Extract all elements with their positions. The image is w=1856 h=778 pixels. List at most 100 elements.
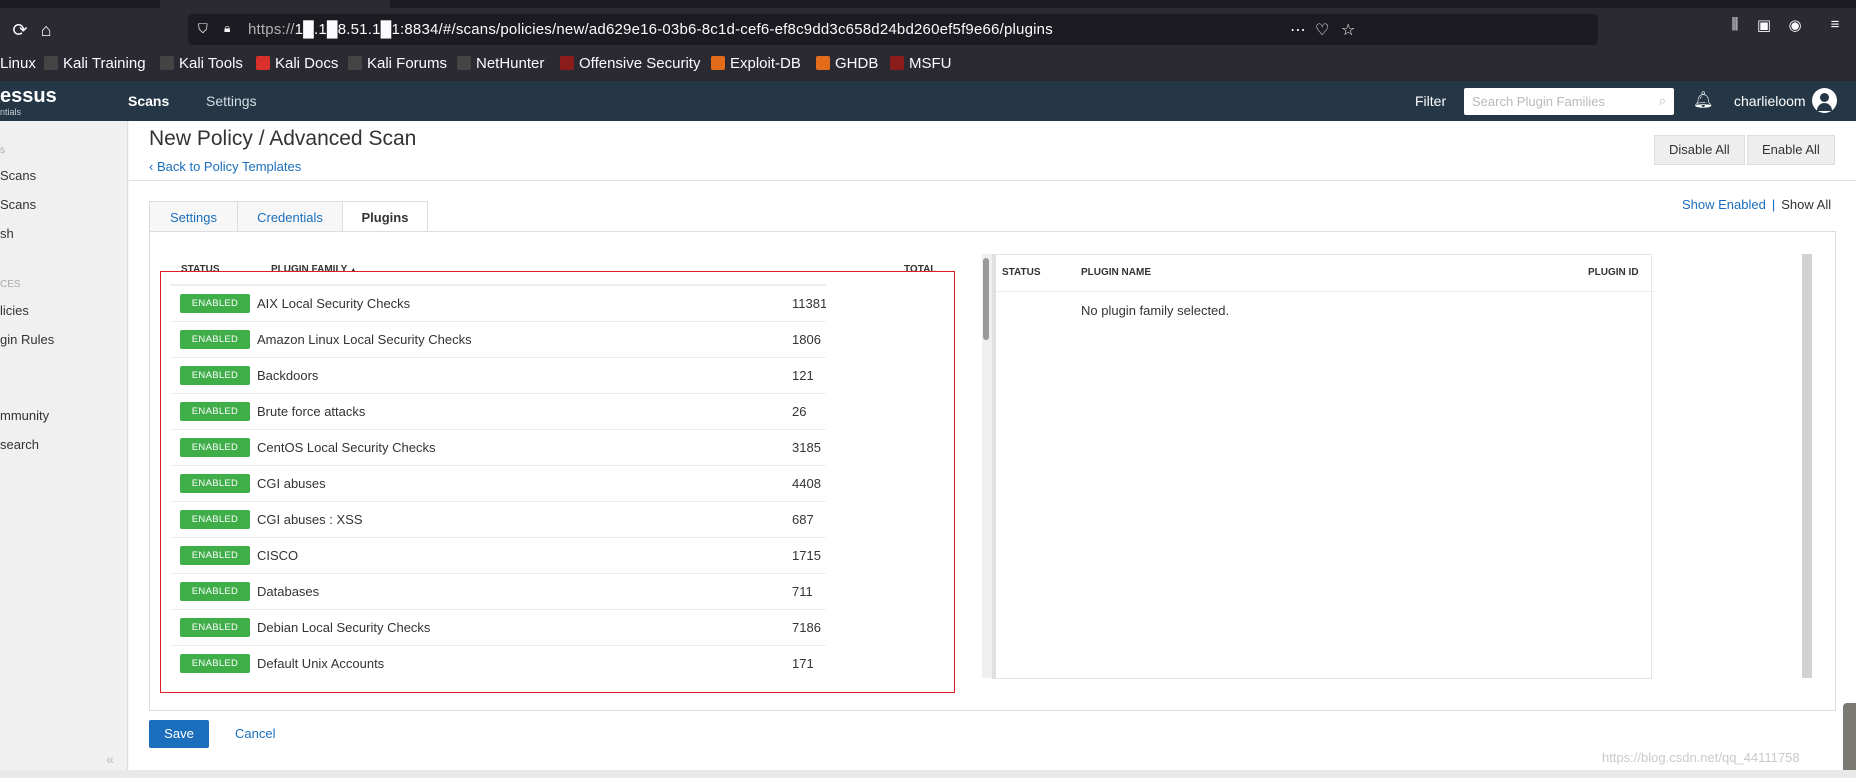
status-badge[interactable]: ENABLED (180, 582, 250, 601)
table-row[interactable]: ENABLED Debian Local Security Checks 7186 (170, 609, 826, 645)
bookmark-star-icon[interactable]: ☆ (1341, 20, 1355, 40)
url-bar[interactable]: ⛉ 🔒︎ https://1█.1█8.51.1█1:8834/#/scans/… (188, 14, 1598, 45)
family-name: CGI abuses (257, 476, 326, 491)
bookmark-kali-forums[interactable]: Kali Forums (348, 55, 447, 72)
app-header: essus ntials Scans Settings Filter ⌕ 🔔︎ … (0, 81, 1856, 121)
nessus-logo[interactable]: essus (0, 86, 57, 106)
bookmark-nethunter[interactable]: NetHunter (457, 55, 544, 72)
exploitdb-icon (711, 56, 725, 70)
status-badge[interactable]: ENABLED (180, 510, 250, 529)
active-tab[interactable] (160, 0, 390, 8)
save-button[interactable]: Save (149, 720, 209, 748)
status-badge[interactable]: ENABLED (180, 294, 250, 313)
tab-plugins[interactable]: Plugins (342, 201, 428, 232)
table-row[interactable]: ENABLED CentOS Local Security Checks 3185 (170, 429, 826, 465)
family-name: CentOS Local Security Checks (257, 440, 436, 455)
table-row[interactable]: ENABLED Databases 711 (170, 573, 826, 609)
status-badge[interactable]: ENABLED (180, 330, 250, 349)
table-row[interactable]: ENABLED CGI abuses : XSS 687 (170, 501, 826, 537)
show-enabled-link[interactable]: Show Enabled (1682, 197, 1766, 212)
family-name: Default Unix Accounts (257, 656, 385, 671)
plugin-view-toggle: Show Enabled | Show All (1682, 197, 1831, 212)
bookmark-kali-training[interactable]: Kali Training (44, 55, 146, 72)
table-row[interactable]: ENABLED Backdoors 121 (170, 357, 826, 393)
lock-icon[interactable]: 🔒︎ (224, 21, 238, 37)
plugin-id-header[interactable]: PLUGIN ID (1588, 267, 1639, 278)
sidebar-item-plugin-rules[interactable]: gin Rules (0, 332, 54, 347)
status-badge[interactable]: ENABLED (180, 618, 250, 637)
bookmark-linux[interactable]: Linux (0, 55, 36, 72)
search-box[interactable]: ⌕ (1464, 88, 1674, 115)
scrollbar-thumb[interactable] (983, 258, 989, 340)
table-row[interactable]: ENABLED Default Unix Accounts 171 (170, 645, 826, 678)
family-name: Amazon Linux Local Security Checks (257, 332, 472, 347)
plugins-scrollbar[interactable] (1802, 254, 1812, 678)
table-row[interactable]: ENABLED CGI abuses 4408 (170, 465, 826, 501)
enable-all-button[interactable]: Enable All (1747, 135, 1835, 165)
pocket-icon[interactable]: ♡ (1315, 20, 1329, 40)
family-total: 7186 (792, 620, 821, 635)
nessus-logo-subtitle: ntials (0, 107, 22, 117)
bookmark-offensive-security[interactable]: Offensive Security (560, 55, 700, 72)
divider (129, 180, 1856, 181)
back-to-templates-link[interactable]: ‹ Back to Policy Templates (149, 159, 301, 174)
sidebar-item-community[interactable]: mmunity (0, 408, 49, 423)
tracking-shield-icon[interactable]: ⛉ (198, 21, 212, 37)
search-input[interactable] (1464, 88, 1644, 115)
avatar[interactable] (1812, 88, 1837, 113)
disable-all-button[interactable]: Disable All (1654, 135, 1745, 165)
library-icon[interactable]: ⫼ (1725, 16, 1745, 36)
nethunter-icon (457, 56, 471, 70)
family-status-header[interactable]: STATUS (181, 264, 220, 275)
bookmark-kali-tools[interactable]: Kali Tools (160, 55, 243, 72)
plugin-family-header[interactable]: PLUGIN FAMILY ▲ (271, 264, 357, 275)
sidebar-icon[interactable]: ▣ (1754, 16, 1774, 36)
bookmark-msfu[interactable]: MSFU (890, 55, 952, 72)
plugin-status-header[interactable]: STATUS (1002, 267, 1041, 278)
tab-credentials[interactable]: Credentials (237, 201, 343, 232)
account-icon[interactable]: ◉ (1785, 16, 1805, 36)
home-icon[interactable]: ⌂ (32, 16, 60, 44)
table-row[interactable]: ENABLED CISCO 1715 (170, 537, 826, 573)
sidebar-item-all-scans[interactable]: Scans (0, 197, 36, 212)
browser-tab-strip (0, 0, 1856, 8)
status-badge[interactable]: ENABLED (180, 366, 250, 385)
bookmark-exploit-db[interactable]: Exploit-DB (711, 55, 801, 72)
user-name[interactable]: charlieloom (1734, 93, 1806, 109)
status-badge[interactable]: ENABLED (180, 438, 250, 457)
status-badge[interactable]: ENABLED (180, 654, 250, 673)
show-all-link[interactable]: Show All (1781, 197, 1831, 212)
search-icon[interactable]: ⌕ (1659, 93, 1666, 109)
family-total: 171 (792, 656, 814, 671)
url-text[interactable]: https://1█.1█8.51.1█1:8834/#/scans/polic… (248, 21, 1053, 38)
bookmark-kali-docs[interactable]: Kali Docs (256, 55, 338, 72)
sidebar-item-policies[interactable]: licies (0, 303, 29, 318)
nav-scans[interactable]: Scans (128, 93, 169, 109)
family-name: Backdoors (257, 368, 319, 383)
status-badge[interactable]: ENABLED (180, 402, 250, 421)
families-scrollbar[interactable] (982, 254, 992, 678)
bookmark-ghdb[interactable]: GHDB (816, 55, 878, 72)
collapse-sidebar-icon[interactable]: « (106, 751, 114, 767)
filter-button[interactable]: Filter (1415, 93, 1446, 109)
table-row[interactable]: ENABLED Amazon Linux Local Security Check… (170, 321, 826, 357)
table-row[interactable]: ENABLED Brute force attacks 26 (170, 393, 826, 429)
status-badge[interactable]: ENABLED (180, 474, 250, 493)
notifications-bell-icon[interactable]: 🔔︎ (1693, 90, 1713, 110)
family-total: 1806 (792, 332, 821, 347)
menu-icon[interactable]: ≡ (1825, 16, 1845, 36)
family-total: 3185 (792, 440, 821, 455)
nav-settings[interactable]: Settings (206, 93, 257, 109)
sidebar-item-trash[interactable]: sh (0, 226, 14, 241)
status-badge[interactable]: ENABLED (180, 546, 250, 565)
sidebar-item-my-scans[interactable]: Scans (0, 168, 36, 183)
reload-icon[interactable]: ⟳ (6, 16, 34, 44)
total-header[interactable]: TOTAL (904, 264, 936, 275)
page-actions-icon[interactable]: ⋯ (1290, 20, 1306, 40)
tab-settings[interactable]: Settings (149, 201, 238, 232)
plugin-name-header[interactable]: PLUGIN NAME (1081, 267, 1151, 278)
table-row[interactable]: ENABLED AIX Local Security Checks 11381 (170, 285, 826, 321)
cancel-button[interactable]: Cancel (235, 726, 275, 741)
side-widget[interactable] (1843, 703, 1856, 773)
sidebar-item-research[interactable]: search (0, 437, 39, 452)
